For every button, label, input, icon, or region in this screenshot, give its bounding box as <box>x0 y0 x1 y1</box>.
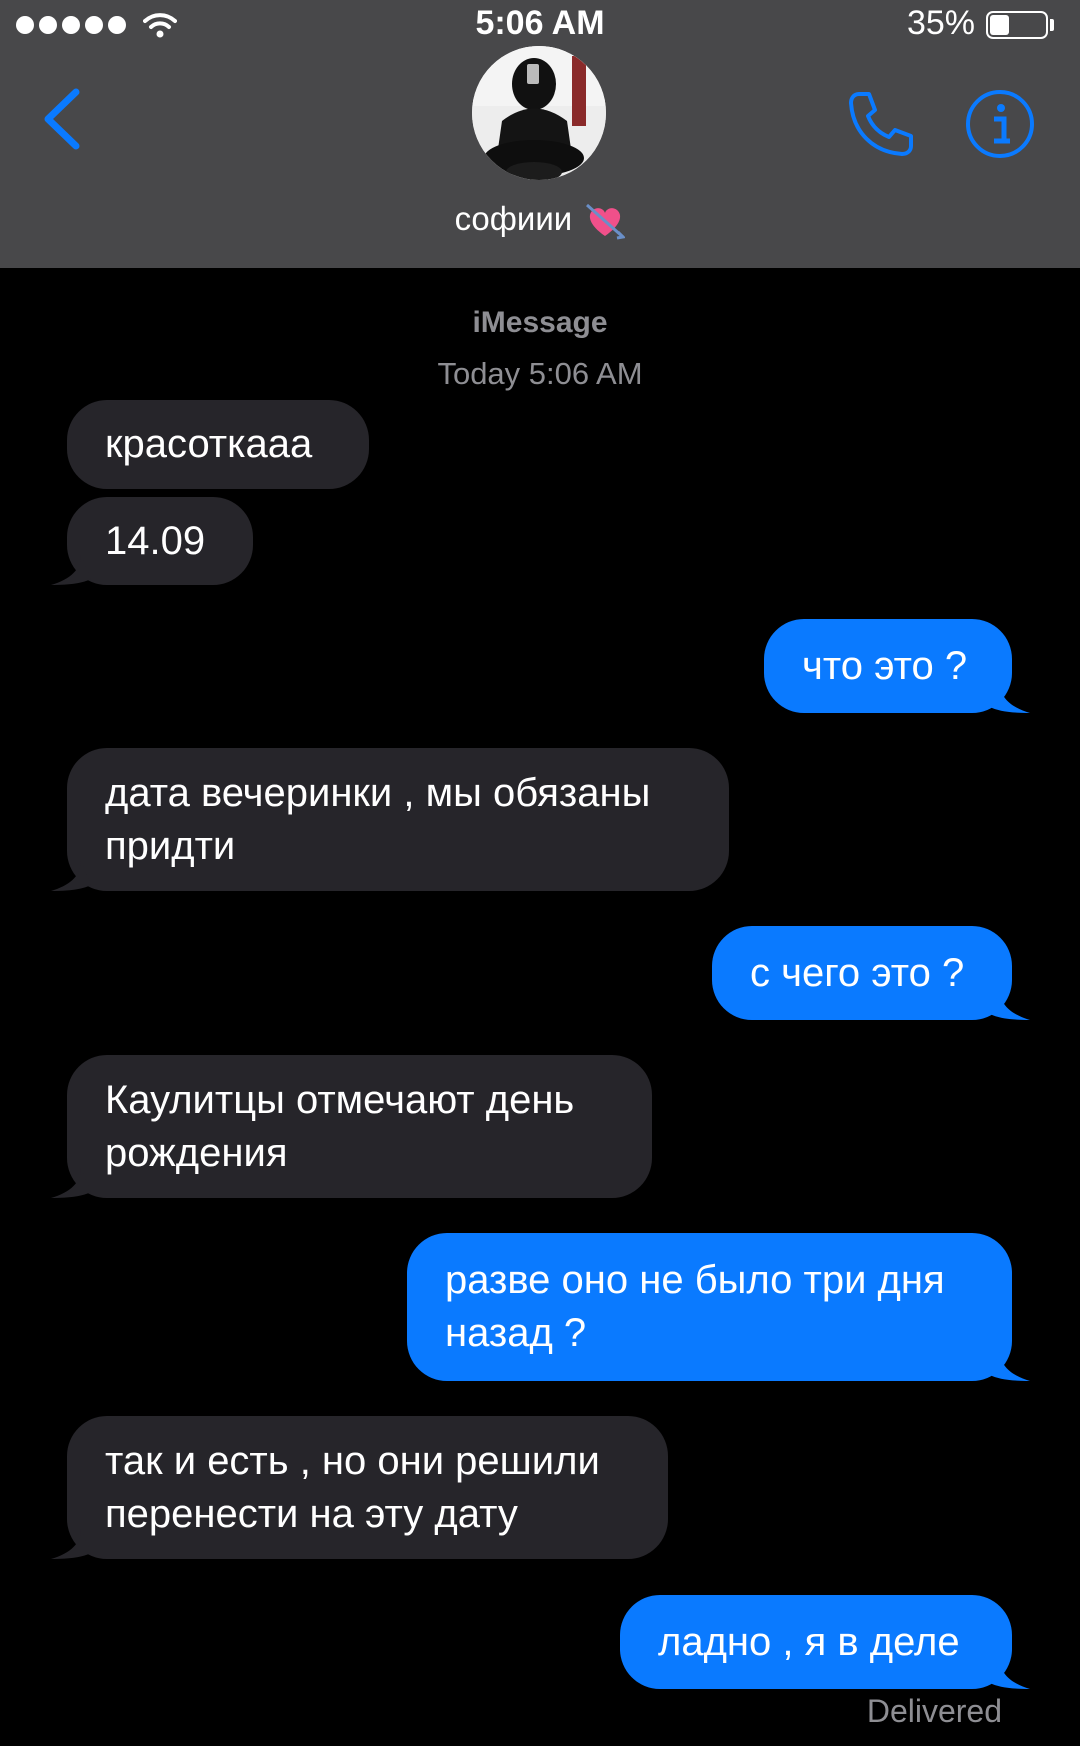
contact-name-button[interactable]: софиии <box>0 200 1080 241</box>
message-text: красоткааа <box>105 422 313 466</box>
incoming-message[interactable]: так и есть , но они решили перенести на … <box>67 1416 668 1559</box>
message-text: что это ? <box>802 643 968 688</box>
incoming-bubble-tail <box>51 1529 91 1559</box>
battery-icon <box>986 11 1048 39</box>
service-label: iMessage <box>472 306 608 339</box>
outgoing-bubble-tail <box>990 990 1030 1020</box>
message-text: 14.09 <box>105 518 206 563</box>
contact-name: софиии <box>454 200 573 237</box>
contact-avatar[interactable] <box>472 46 606 180</box>
outgoing-bubble-tail <box>990 1659 1030 1689</box>
message-text: ладно , я в деле <box>658 1619 960 1664</box>
incoming-bubble-tail <box>51 555 91 585</box>
heart-arrow-emoji-icon <box>586 204 626 240</box>
avatar-photo <box>472 46 606 180</box>
battery-tip <box>1050 19 1054 31</box>
incoming-message[interactable]: 14.09 <box>67 497 253 585</box>
message-text: с чего это ? <box>750 950 965 995</box>
message-text: так и есть , но они решили перенести на … <box>105 1438 600 1536</box>
incoming-bubble-tail <box>51 861 91 891</box>
conversation-timestamp: Today 5:06 AM <box>437 356 643 391</box>
outgoing-bubble-tail <box>990 1351 1030 1381</box>
outgoing-bubble-tail <box>990 683 1030 713</box>
info-icon[interactable] <box>964 88 1036 160</box>
battery-percentage: 35% <box>906 4 975 42</box>
back-chevron-icon[interactable] <box>40 86 84 152</box>
delivery-status: Delivered <box>866 1693 1002 1729</box>
outgoing-message[interactable]: ладно , я в деле <box>620 1595 1012 1689</box>
outgoing-message[interactable]: с чего это ? <box>712 926 1012 1020</box>
message-text: дата вечеринки , мы обязаны придти <box>105 770 651 868</box>
incoming-message[interactable]: Каулитцы отмечают день рождения <box>67 1055 652 1198</box>
outgoing-message[interactable]: разве оно не было три дня назад ? <box>407 1233 1012 1381</box>
message-text: разве оно не было три дня назад ? <box>445 1258 945 1355</box>
battery-level <box>990 15 1009 35</box>
message-text: Каулитцы отмечают день рождения <box>105 1077 575 1175</box>
phone-icon[interactable] <box>845 88 917 160</box>
incoming-bubble-tail <box>51 1168 91 1198</box>
navigation-header: 5:06 AM 35% софиии <box>0 0 1080 268</box>
incoming-message[interactable]: дата вечеринки , мы обязаны придти <box>67 748 729 891</box>
outgoing-message[interactable]: что это ? <box>764 619 1012 713</box>
incoming-message[interactable]: красоткааа <box>67 400 369 489</box>
